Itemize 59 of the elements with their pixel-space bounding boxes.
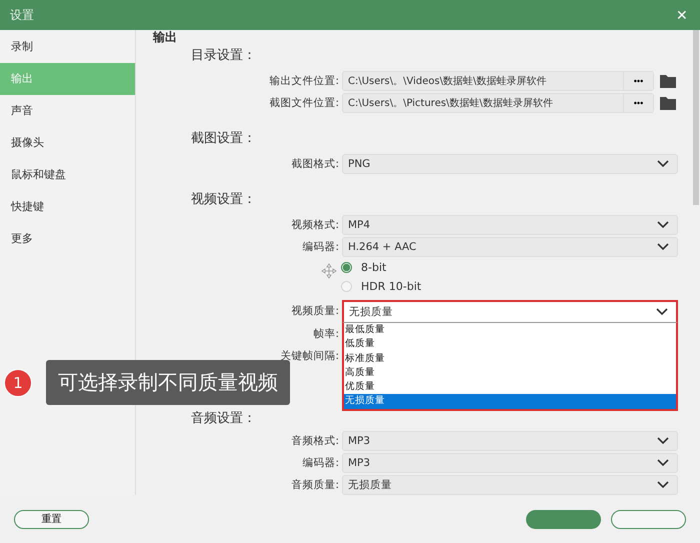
radio-button[interactable] bbox=[341, 262, 352, 273]
section-title: 音频设置： bbox=[191, 410, 256, 428]
caret-icon bbox=[657, 481, 669, 489]
reset-button[interactable]: 重置 bbox=[14, 510, 89, 528]
browse-button[interactable]: ••• bbox=[623, 94, 653, 112]
radio-label: 8-bit bbox=[361, 261, 386, 274]
window-title: 设置 bbox=[10, 6, 34, 24]
dropdown-option[interactable]: 优质量 bbox=[344, 380, 676, 394]
path-field[interactable]: C:\Users\。\Videos\数据蛙\数据蛙录屏软件 ••• bbox=[342, 71, 654, 91]
field-label: 编码器: bbox=[301, 240, 340, 254]
scrollbar-thumb[interactable] bbox=[693, 30, 699, 205]
cancel-button[interactable] bbox=[611, 510, 686, 528]
folder-icon[interactable] bbox=[660, 74, 676, 88]
sidebar-item[interactable]: 更多 bbox=[0, 223, 135, 255]
section-title: 截图设置： bbox=[191, 130, 256, 148]
field-label: 帧率: bbox=[312, 327, 340, 341]
select-field[interactable]: PNG bbox=[342, 154, 678, 174]
confirm-button[interactable] bbox=[526, 510, 601, 528]
close-button[interactable]: ✕ bbox=[674, 7, 690, 23]
field-label: 编码器: bbox=[301, 456, 340, 470]
section-title: 视频设置： bbox=[191, 191, 256, 209]
caret-icon bbox=[657, 459, 669, 467]
browse-button[interactable]: ••• bbox=[623, 72, 653, 90]
field-label: 关键帧间隔: bbox=[279, 349, 340, 363]
dropdown-option[interactable]: 最低质量 bbox=[344, 323, 676, 338]
field-label: 截图文件位置: bbox=[268, 96, 340, 110]
path-field[interactable]: C:\Users\。\Pictures\数据蛙\数据蛙录屏软件 ••• bbox=[342, 93, 654, 113]
caret-icon bbox=[657, 243, 669, 251]
select-field[interactable]: 无损质量 bbox=[342, 475, 678, 495]
dropdown-option[interactable]: 低质量 bbox=[344, 337, 676, 352]
caret-icon bbox=[657, 221, 669, 229]
move-cursor-icon bbox=[321, 263, 337, 279]
select-field[interactable]: MP3 bbox=[342, 453, 678, 473]
sidebar-item[interactable]: 录制 bbox=[0, 31, 135, 63]
dropdown-option[interactable]: 标准质量 bbox=[344, 352, 676, 366]
sidebar-item[interactable]: 鼠标和键盘 bbox=[0, 159, 135, 191]
sidebar-item[interactable]: 声音 bbox=[0, 95, 135, 127]
field-label: 音频格式: bbox=[290, 434, 340, 448]
dropdown-option[interactable]: 高质量 bbox=[344, 366, 676, 380]
page-heading: 输出 bbox=[153, 30, 178, 44]
field-label: 输出文件位置: bbox=[268, 74, 340, 88]
field-label: 截图格式: bbox=[290, 157, 340, 171]
dropdown-option[interactable]: 无损质量 bbox=[344, 394, 676, 409]
field-label: 视频格式: bbox=[290, 218, 340, 232]
select-field[interactable]: 无损质量 bbox=[342, 300, 678, 322]
field-label: 音频质量: bbox=[290, 478, 340, 492]
sidebar-item[interactable]: 快捷键 bbox=[0, 191, 135, 223]
sidebar-item[interactable]: 摄像头 bbox=[0, 127, 135, 159]
callout-tooltip: 可选择录制不同质量视频 bbox=[46, 360, 290, 405]
caret-icon bbox=[656, 308, 668, 316]
caret-icon bbox=[657, 160, 669, 168]
select-field[interactable]: H.264 + AAC bbox=[342, 237, 678, 257]
folder-icon[interactable] bbox=[660, 96, 676, 110]
select-field[interactable]: MP4 bbox=[342, 215, 678, 235]
field-label: 视频质量: bbox=[290, 304, 340, 318]
radio-label: HDR 10-bit bbox=[361, 280, 422, 293]
select-field[interactable]: MP3 bbox=[342, 431, 678, 451]
section-title: 目录设置： bbox=[191, 47, 256, 65]
caret-icon bbox=[657, 437, 669, 445]
